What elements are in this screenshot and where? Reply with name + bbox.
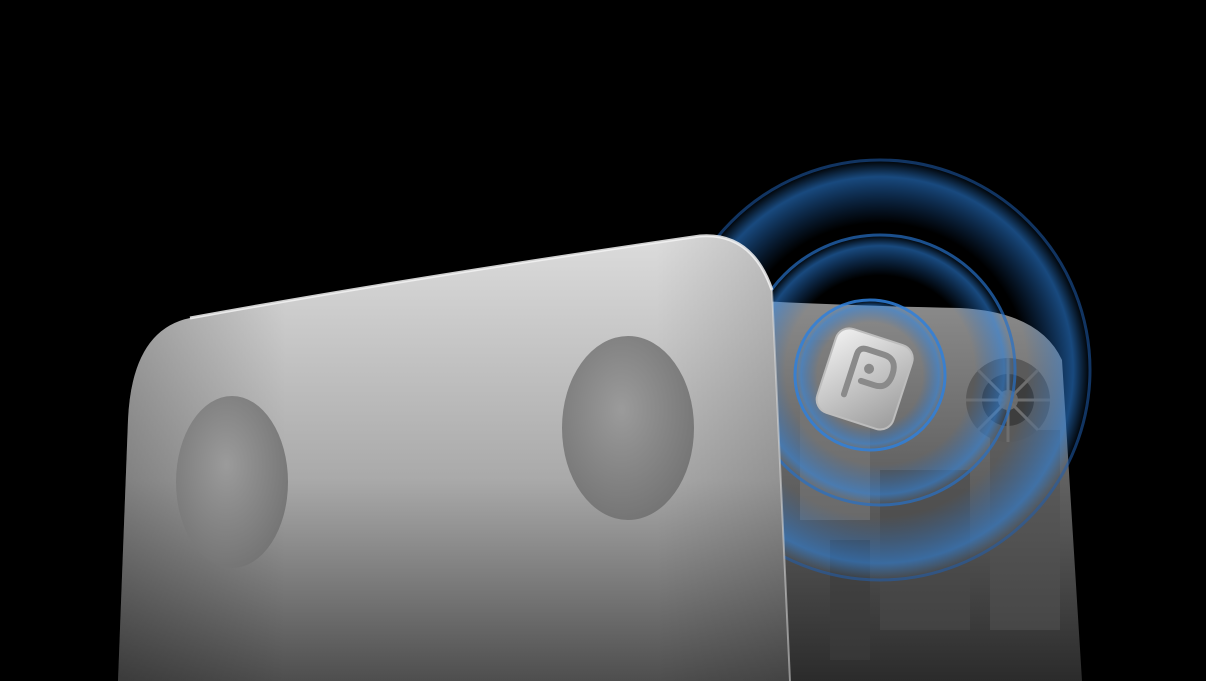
product-illustration bbox=[0, 0, 1206, 681]
scale-top-plate bbox=[118, 234, 791, 681]
scale-illustration-svg bbox=[118, 158, 1092, 681]
right-electrode bbox=[562, 336, 694, 520]
left-electrode bbox=[176, 396, 288, 568]
